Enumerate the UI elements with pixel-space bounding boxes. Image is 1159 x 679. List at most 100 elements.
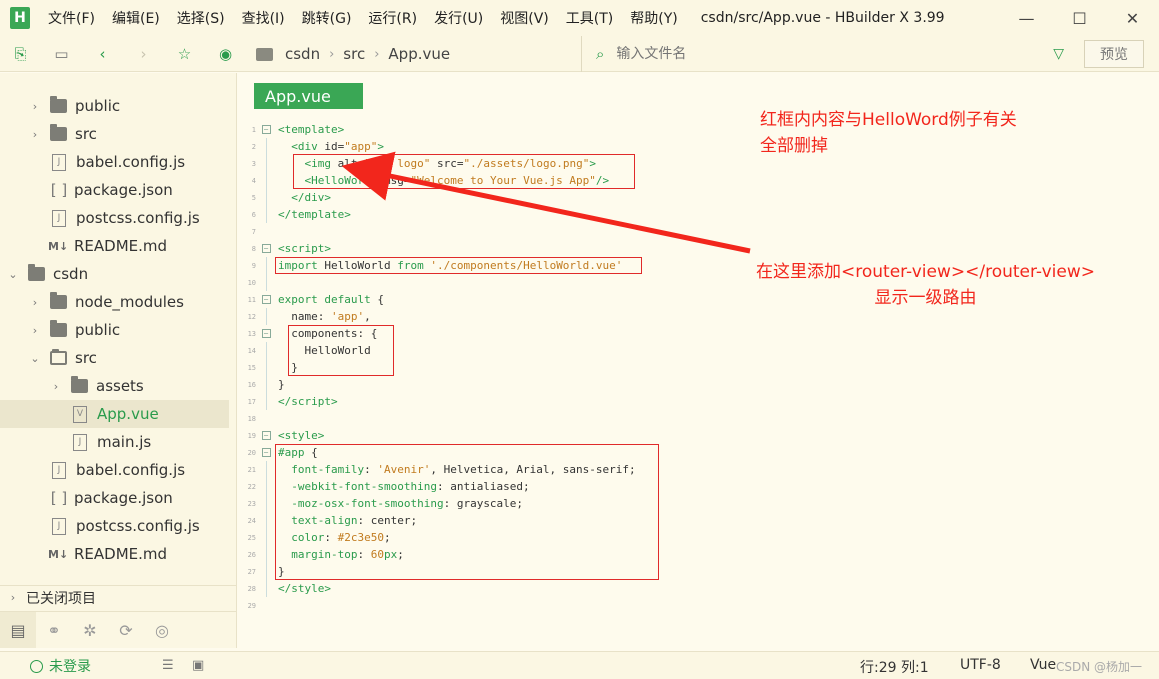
project-sidebar: › public › src Jbabel.config.js [ ] package.js… xyxy=(0,73,237,648)
window-controls: — ☐ ✕ xyxy=(1000,0,1159,36)
tree-item[interactable]: › node_modules xyxy=(0,288,229,316)
menu-goto[interactable]: 跳转(G) xyxy=(302,8,352,28)
js-file-icon: J xyxy=(52,517,66,535)
tree-item[interactable]: Jbabel.config.js xyxy=(0,148,229,176)
menu-edit[interactable]: 编辑(E) xyxy=(112,8,160,28)
markdown-file-icon: M↓ xyxy=(48,547,69,561)
js-file-icon: J xyxy=(73,433,87,451)
preview-button[interactable]: 预览 xyxy=(1084,40,1144,68)
chevron-right-icon: › xyxy=(32,295,38,309)
tree-item[interactable]: › assets xyxy=(0,372,229,400)
tree-item[interactable]: ⌄ src xyxy=(0,344,229,372)
menu-file[interactable]: 文件(F) xyxy=(48,8,95,28)
filter-icon[interactable]: ▽ xyxy=(1053,46,1064,62)
tree-item-label: postcss.config.js xyxy=(76,517,200,535)
folder-icon xyxy=(28,264,45,281)
maximize-button[interactable]: ☐ xyxy=(1053,0,1106,36)
watermark: CSDN @杨加一 xyxy=(1056,660,1143,674)
code-editor: App.vue 1− <template> 2 <div id="app"> 3 <i… xyxy=(238,73,1159,648)
window-title: csdn/src/App.vue - HBuilder X 3.99 xyxy=(700,10,945,26)
tree-item-label: assets xyxy=(96,377,144,395)
annotation-delete: 红框内内容与HelloWord例子有关 全部删掉 xyxy=(760,110,1017,156)
login-status[interactable]: 未登录 xyxy=(30,656,91,676)
plugin-icon[interactable]: ⟳ xyxy=(108,612,144,648)
chevron-right-icon: › xyxy=(32,127,38,141)
list-icon[interactable]: ☰ xyxy=(162,658,174,673)
tree-item-label: postcss.config.js xyxy=(76,209,200,227)
tree-item[interactable]: Jpostcss.config.js xyxy=(0,204,229,232)
menu-publish[interactable]: 发行(U) xyxy=(434,8,483,28)
tree-item-label: babel.config.js xyxy=(76,153,186,171)
chevron-down-icon: ⌄ xyxy=(8,267,18,281)
save-icon[interactable]: ▭ xyxy=(41,36,82,72)
terminal-icon[interactable]: ▣ xyxy=(192,658,204,673)
folder-open-icon xyxy=(50,349,67,365)
tree-item-label: App.vue xyxy=(97,405,159,423)
close-button[interactable]: ✕ xyxy=(1106,0,1159,36)
tree-item[interactable]: [ ] package.json xyxy=(0,176,229,204)
tree-item-label: package.json xyxy=(74,489,173,507)
cursor-position[interactable]: 行:29 列:1 xyxy=(860,657,929,677)
json-file-icon: [ ] xyxy=(50,181,68,199)
tree-item-label: main.js xyxy=(97,433,152,451)
json-file-icon: [ ] xyxy=(50,489,68,507)
globe-icon[interactable]: ◎ xyxy=(144,612,180,648)
tree-item-label: src xyxy=(75,125,97,143)
bug-icon[interactable]: ✲ xyxy=(72,612,108,648)
search-icon: ⌕ xyxy=(596,45,605,63)
menu-help[interactable]: 帮助(Y) xyxy=(630,8,677,28)
tree-item-label: public xyxy=(75,321,121,339)
breadcrumb-folder[interactable]: src xyxy=(343,45,365,63)
tree-item-label: public xyxy=(75,97,121,115)
encoding[interactable]: UTF-8 xyxy=(960,657,1001,673)
tree-item[interactable]: M↓ README.md xyxy=(0,232,229,260)
menu-find[interactable]: 查找(I) xyxy=(242,8,285,28)
tree-item[interactable]: Jmain.js xyxy=(0,428,229,456)
breadcrumb-project[interactable]: csdn xyxy=(285,45,320,63)
menu-run[interactable]: 运行(R) xyxy=(368,8,417,28)
tree-item[interactable]: › public xyxy=(0,92,229,120)
tree-item[interactable]: V App.vue xyxy=(0,400,229,428)
new-file-icon[interactable]: ⎘ xyxy=(0,36,41,72)
tree-item-label: babel.config.js xyxy=(76,461,186,479)
run-icon[interactable]: ◉ xyxy=(205,36,246,72)
markdown-file-icon: M↓ xyxy=(48,239,69,253)
folder-icon xyxy=(256,47,273,61)
star-icon[interactable]: ☆ xyxy=(164,36,205,72)
minimize-button[interactable]: — xyxy=(1000,0,1053,36)
tree-item[interactable]: [ ] package.json xyxy=(0,484,229,512)
chevron-right-icon: › xyxy=(329,46,335,62)
chevron-right-icon: › xyxy=(53,379,59,393)
tree-item-label: node_modules xyxy=(75,293,184,311)
file-search: ⌕ ▽ xyxy=(590,36,1076,72)
breadcrumb: csdn › src › App.vue xyxy=(256,36,582,72)
language-mode[interactable]: Vue xyxy=(1030,657,1056,673)
menu-view[interactable]: 视图(V) xyxy=(500,8,549,28)
tree-item-label: csdn xyxy=(53,265,89,283)
tree-item-label: package.json xyxy=(74,181,173,199)
menu-select[interactable]: 选择(S) xyxy=(177,8,225,28)
hbuilder-logo-icon: H xyxy=(10,7,30,29)
closed-projects[interactable]: › 已关闭项目 xyxy=(0,585,236,609)
forward-icon[interactable]: › xyxy=(123,36,164,72)
tree-item[interactable]: ⌄ csdn xyxy=(0,260,229,288)
tree-item[interactable]: › public xyxy=(0,316,229,344)
folder-icon xyxy=(50,124,67,141)
chevron-right-icon: › xyxy=(32,323,38,337)
user-icon xyxy=(30,659,43,673)
folder-icon xyxy=(71,376,88,393)
binoculars-icon[interactable]: ⚭ xyxy=(36,612,72,648)
tree-item[interactable]: M↓ README.md xyxy=(0,540,229,568)
annotation-router-view: 在这里添加<router-view></router-view> 显示一级路由 xyxy=(756,262,1095,308)
menu-bar: 文件(F) 编辑(E) 选择(S) 查找(I) 跳转(G) 运行(R) 发行(U… xyxy=(48,8,695,28)
back-icon[interactable]: ‹ xyxy=(82,36,123,72)
toolbar: ⎘ ▭ ‹ › ☆ ◉ csdn › src › App.vue ⌕ ▽ 预览 xyxy=(0,36,1159,72)
tree-item[interactable]: › src xyxy=(0,120,229,148)
project-tab-icon[interactable]: ▤ xyxy=(0,612,36,648)
tree-item[interactable]: Jpostcss.config.js xyxy=(0,512,229,540)
breadcrumb-file[interactable]: App.vue xyxy=(388,45,450,63)
tree-item-label: README.md xyxy=(74,545,168,563)
tree-item[interactable]: Jbabel.config.js xyxy=(0,456,229,484)
menu-tools[interactable]: 工具(T) xyxy=(566,8,613,28)
file-search-input[interactable] xyxy=(616,46,1017,62)
